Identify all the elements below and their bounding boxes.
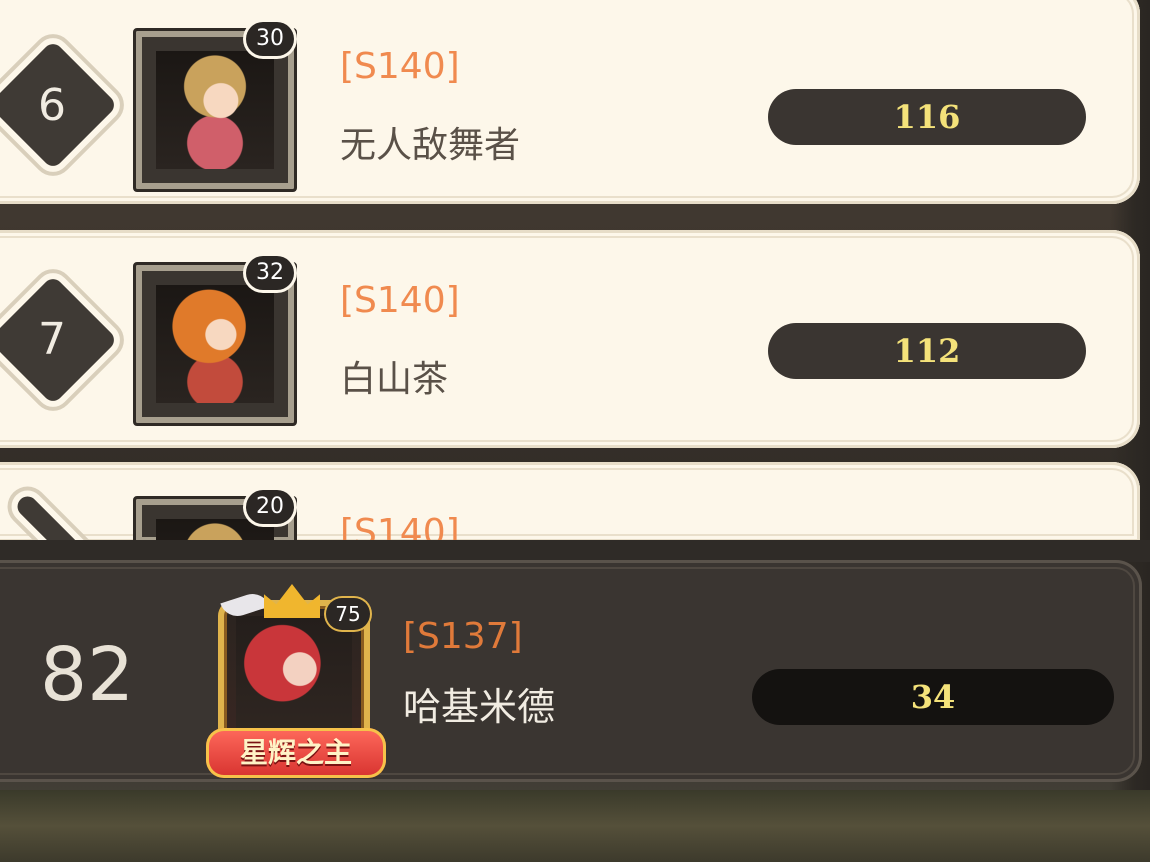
player-name: 无人敌舞者 — [340, 125, 521, 166]
score-pill: 112 — [768, 323, 1086, 379]
self-score-pill: 34 — [752, 669, 1114, 725]
self-rank-number: 82 — [40, 632, 135, 718]
server-tag: [S140] — [340, 280, 460, 321]
player-name: 白山茶 — [340, 359, 449, 400]
score-pill: 116 — [768, 89, 1086, 145]
self-level-badge: 75 — [326, 598, 370, 630]
self-server-tag: [S137] — [403, 616, 523, 657]
character-portrait-icon — [156, 51, 274, 169]
level-badge: 32 — [246, 256, 294, 290]
level-badge: 30 — [246, 22, 294, 56]
rank-number: 6 — [38, 80, 66, 131]
server-tag: [S140] — [340, 46, 460, 87]
background-scene — [0, 790, 1150, 862]
level-badge: 20 — [246, 490, 294, 524]
character-portrait-icon — [236, 616, 352, 734]
character-portrait-icon — [156, 285, 274, 403]
self-row-divider — [0, 540, 1150, 562]
title-badge: 星辉之主 — [206, 728, 386, 778]
rank-number: 7 — [38, 314, 66, 365]
self-player-name: 哈基米德 — [403, 685, 556, 729]
server-tag: [S140] — [340, 512, 460, 542]
